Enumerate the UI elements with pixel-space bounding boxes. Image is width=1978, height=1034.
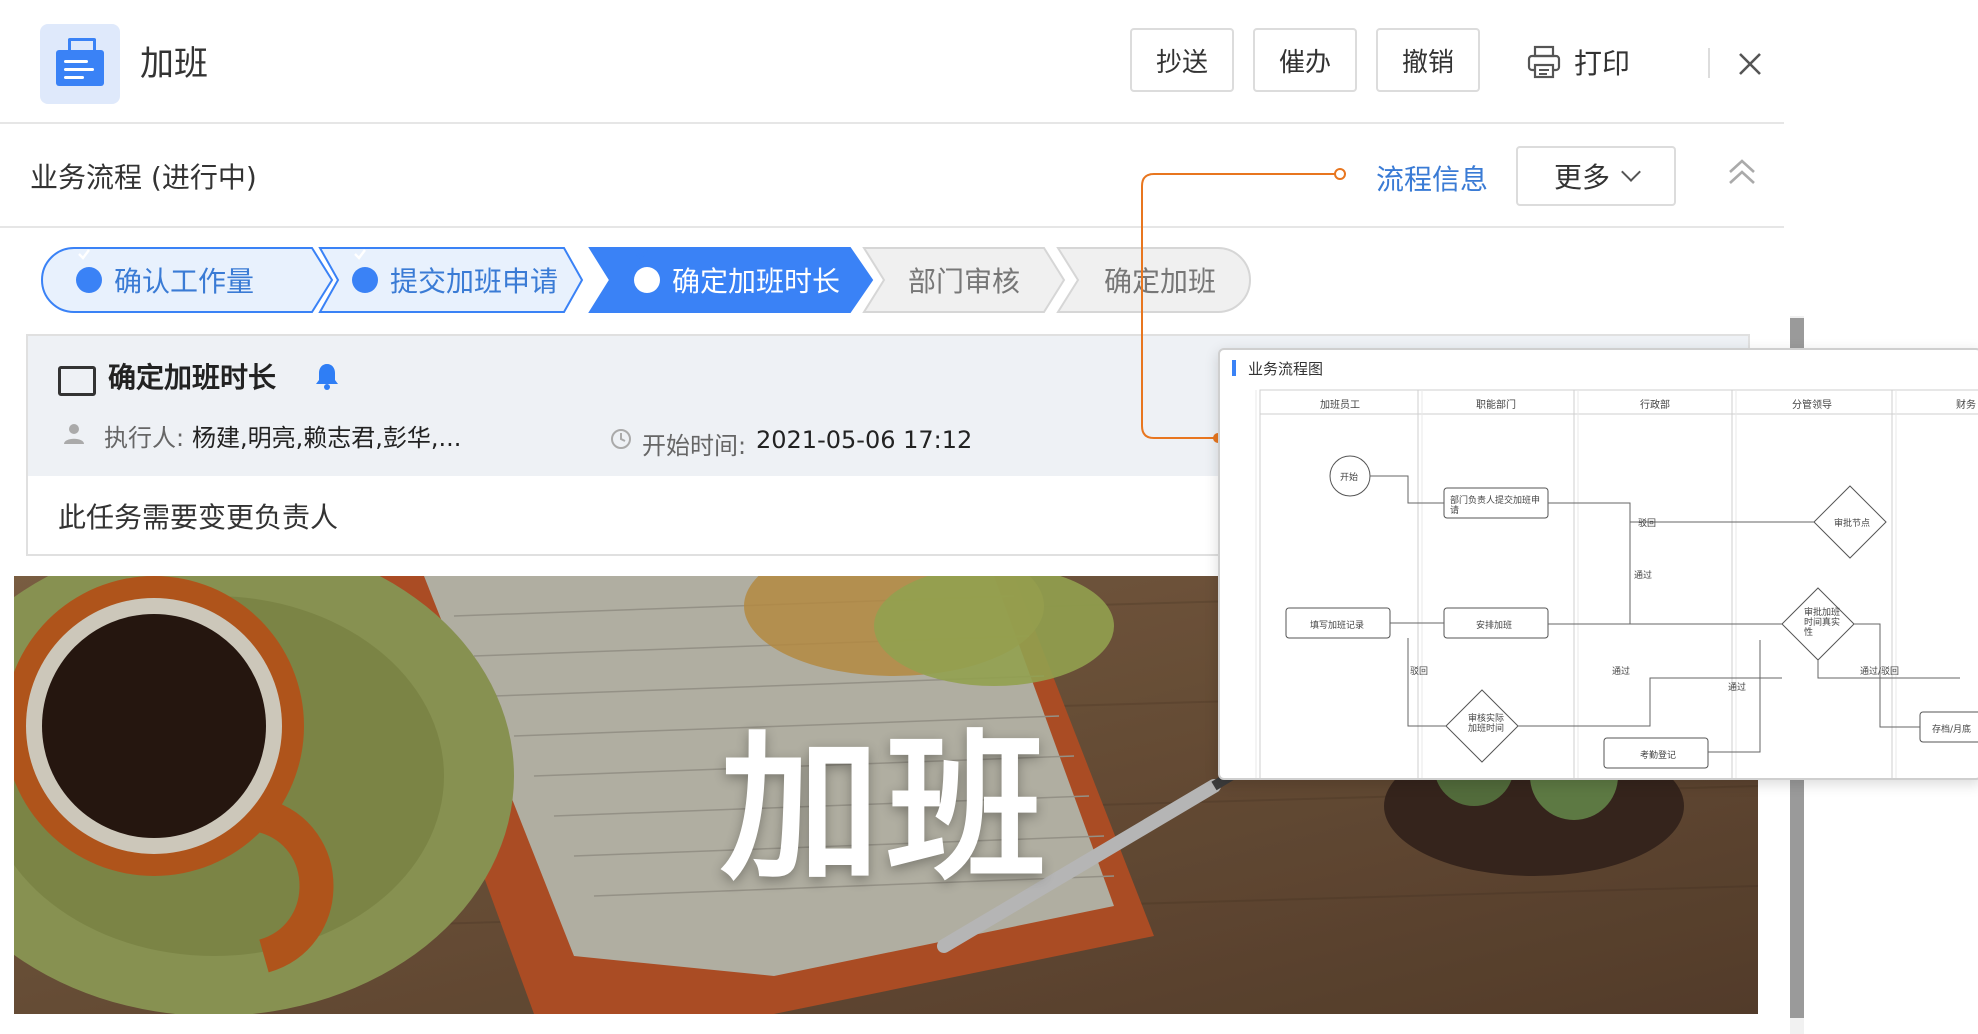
step-confirm-overtime-hours[interactable]: 确定加班时长 bbox=[588, 246, 874, 314]
edge-label: 通过 bbox=[1612, 667, 1631, 677]
node-fill-record: 填写加班记录 bbox=[1310, 621, 1365, 631]
edge-label: 驳回 bbox=[1410, 667, 1429, 677]
start-time-value: 2021-05-06 17:12 bbox=[756, 426, 973, 454]
app-icon bbox=[40, 24, 120, 104]
step-label: 确认工作量 bbox=[114, 265, 255, 298]
step-submit-overtime-request[interactable]: 提交加班申请 bbox=[318, 246, 584, 314]
printer-icon bbox=[1527, 45, 1561, 79]
print-button[interactable]: 打印 bbox=[1526, 34, 1630, 90]
lane-header: 行政部 bbox=[1640, 400, 1670, 411]
chevron-down-icon bbox=[1621, 162, 1641, 182]
lane-header: 分管领导 bbox=[1792, 400, 1832, 411]
start-time-label: 开始时间: bbox=[642, 432, 747, 460]
node-verify: 审批加班时间真实性 bbox=[1804, 608, 1841, 638]
step-label: 提交加班申请 bbox=[390, 265, 559, 298]
cc-button[interactable]: 抄送 bbox=[1130, 28, 1234, 92]
print-label: 打印 bbox=[1574, 47, 1631, 80]
lane-header: 职能部门 bbox=[1476, 400, 1516, 411]
node-start: 开始 bbox=[1340, 473, 1359, 483]
task-name: 确定加班时长 bbox=[108, 361, 277, 394]
task-window-icon bbox=[58, 366, 96, 396]
node-review-time: 审核实际加班时间 bbox=[1468, 714, 1505, 734]
urge-button[interactable]: 催办 bbox=[1253, 28, 1357, 92]
node-approve: 审批节点 bbox=[1834, 519, 1871, 529]
close-icon bbox=[1739, 53, 1761, 75]
process-header: 业务流程 (进行中) 流程信息 更多 bbox=[0, 122, 1784, 228]
edge-label: 通过 bbox=[1634, 571, 1653, 581]
step-label: 确定加班时长 bbox=[672, 265, 841, 298]
edge-label: 通过/驳回 bbox=[1860, 667, 1900, 677]
node-arrange: 安排加班 bbox=[1476, 621, 1513, 631]
lane-header: 财务 bbox=[1956, 400, 1976, 411]
node-attendance: 考勤登记 bbox=[1640, 751, 1677, 761]
task-note: 此任务需要变更负责人 bbox=[58, 501, 339, 534]
edge-label: 通过 bbox=[1728, 683, 1747, 693]
revoke-button[interactable]: 撤销 bbox=[1376, 28, 1480, 92]
lane-header: 加班员工 bbox=[1320, 400, 1360, 411]
clock-icon bbox=[610, 428, 632, 454]
user-icon bbox=[62, 422, 86, 450]
check-circle-icon bbox=[76, 249, 102, 293]
collapse-button[interactable] bbox=[1722, 152, 1762, 192]
close-button[interactable] bbox=[1730, 44, 1770, 84]
step-label: 部门审核 bbox=[908, 265, 1021, 298]
node-submit: 部门负责人提交加班申请 bbox=[1450, 496, 1541, 516]
bell-icon[interactable] bbox=[314, 362, 340, 394]
page-title: 加班 bbox=[140, 44, 208, 84]
check-circle-icon bbox=[634, 249, 660, 293]
flow-info-link[interactable]: 流程信息 bbox=[1376, 158, 1488, 198]
check-circle-icon bbox=[352, 249, 378, 293]
step-department-review[interactable]: 部门审核 bbox=[862, 246, 1066, 314]
step-confirm-workload[interactable]: 确认工作量 bbox=[40, 246, 334, 314]
edge-label: 驳回 bbox=[1638, 519, 1657, 529]
more-label: 更多 bbox=[1553, 161, 1610, 194]
header-divider bbox=[1708, 48, 1710, 78]
assignee-label: 执行人: bbox=[104, 424, 185, 452]
flowchart-diagram bbox=[1255, 389, 1978, 778]
node-archive: 存档/月底 bbox=[1932, 725, 1972, 735]
process-title: 业务流程 (进行中) bbox=[30, 161, 257, 194]
flowchart-popup[interactable]: 业务流程图 加班员工 职能部门 行政部 分管领导 财务 开始 部门负责人提交加班… bbox=[1218, 348, 1978, 780]
more-dropdown[interactable]: 更多 bbox=[1516, 146, 1676, 206]
double-chevron-up-icon bbox=[1729, 159, 1755, 184]
assignee-value: 杨建,明亮,赖志君,彭华,... bbox=[192, 424, 462, 452]
